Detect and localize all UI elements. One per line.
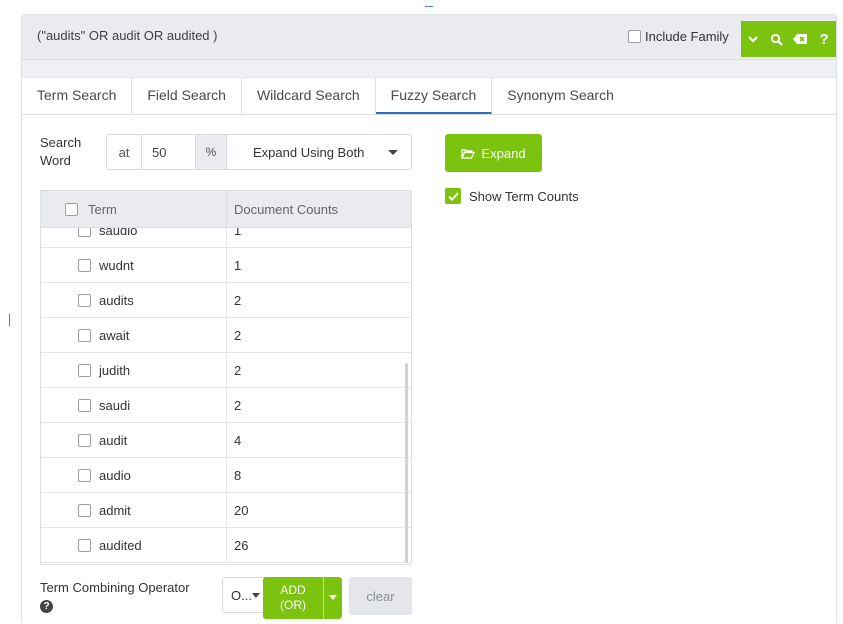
row-checkbox[interactable]: [78, 398, 91, 412]
count-cell: 2: [234, 292, 242, 308]
term-cell: await: [99, 327, 130, 343]
query-text[interactable]: ("audits" OR audit OR audited ): [37, 28, 217, 43]
row-checkbox[interactable]: [78, 293, 91, 307]
count-cell: 2: [234, 327, 242, 343]
term-column-header[interactable]: Term: [41, 191, 227, 227]
table-row[interactable]: audio 8: [41, 458, 411, 493]
table-row[interactable]: await 2: [41, 318, 411, 353]
term-cell: audit: [99, 432, 128, 448]
add-label-line1: ADD: [280, 583, 306, 597]
tab-fuzzy-search[interactable]: Fuzzy Search: [375, 78, 493, 114]
table-row[interactable]: audit 4: [41, 423, 411, 458]
combine-operator-label: Term Combining Operator: [40, 580, 190, 595]
table-row[interactable]: admit 20: [41, 493, 411, 528]
tab-synonym-search[interactable]: Synonym Search: [492, 78, 629, 114]
terms-table-body: saudio 1 wudnt 1 audits 2 await 2 judith 2 sa…: [41, 213, 411, 563]
operator-value: O...: [231, 587, 252, 603]
term-cell: audits: [99, 292, 134, 308]
term-cell: audio: [99, 467, 131, 483]
tab-wildcard-search[interactable]: Wildcard Search: [242, 78, 376, 114]
percent-addon: %: [196, 135, 227, 169]
row-checkbox[interactable]: [78, 503, 91, 517]
expand-mode-value: Expand Using Both: [253, 144, 365, 160]
term-cell: judith: [99, 362, 131, 378]
table-scrollbar[interactable]: [405, 363, 408, 563]
caret-down-icon: [252, 593, 260, 598]
search-panel: ("audits" OR audit OR audited ) Include …: [21, 14, 837, 624]
search-word-label-line2: Word: [40, 153, 71, 168]
table-row[interactable]: audited 26: [41, 528, 411, 563]
count-cell: 20: [234, 502, 249, 518]
count-cell: 2: [234, 362, 242, 378]
include-family-checkbox[interactable]: [628, 30, 641, 43]
search-icon[interactable]: [768, 30, 786, 48]
table-row[interactable]: audits 2: [41, 283, 411, 318]
question-circle-icon[interactable]: ?: [40, 600, 53, 613]
expand-mode-select[interactable]: Expand Using Both: [227, 135, 411, 169]
show-term-counts-option[interactable]: Show Term Counts: [445, 188, 579, 204]
search-tabs: Term Search Field Search Wildcard Search…: [22, 78, 836, 115]
search-word-label: Search Word: [40, 134, 81, 170]
tab-term-search[interactable]: Term Search: [22, 78, 133, 114]
similarity-input[interactable]: 50: [142, 135, 196, 169]
count-cell: 4: [234, 432, 242, 448]
caret-down-icon: [388, 150, 398, 155]
term-cell: audited: [99, 537, 142, 553]
folder-open-icon: [461, 148, 476, 159]
expand-button-label: Expand: [481, 145, 526, 161]
show-term-counts-label: Show Term Counts: [469, 188, 579, 204]
search-word-label-line1: Search: [40, 135, 82, 150]
terms-table: saudio 1 wudnt 1 audits 2 await 2 judith 2 sa…: [40, 190, 412, 565]
add-or-label: ADD (OR): [263, 583, 323, 613]
clear-button[interactable]: clear: [349, 577, 412, 615]
count-cell: 2: [234, 397, 242, 413]
row-checkbox[interactable]: [78, 433, 91, 447]
count-column-header[interactable]: Document Counts: [227, 191, 411, 227]
count-cell: 26: [234, 537, 249, 553]
query-bar: ("audits" OR audit OR audited ) Include …: [22, 15, 836, 60]
term-cell: admit: [99, 502, 131, 518]
operator-select[interactable]: O...: [222, 577, 266, 613]
chevron-down-icon[interactable]: [744, 30, 762, 48]
term-cell: saudi: [99, 397, 131, 413]
table-row[interactable]: wudnt 1: [41, 248, 411, 283]
term-header-label: Term: [88, 201, 117, 217]
search-card: Term Search Field Search Wildcard Search…: [22, 77, 836, 624]
caret-down-icon: [329, 595, 337, 600]
expand-button[interactable]: Expand: [445, 134, 542, 172]
search-word-group: at 50 % Expand Using Both: [106, 134, 412, 170]
table-row[interactable]: judith 2: [41, 353, 411, 388]
search-word-input[interactable]: at: [107, 135, 142, 169]
table-row[interactable]: saudi 2: [41, 388, 411, 423]
add-or-button[interactable]: ADD (OR): [263, 577, 342, 619]
add-label-line2: (OR): [280, 598, 306, 612]
include-family-option[interactable]: Include Family: [628, 29, 729, 44]
include-family-label: Include Family: [645, 29, 729, 44]
query-actions: ?: [741, 21, 836, 57]
clear-icon[interactable]: [791, 30, 809, 48]
term-cell: wudnt: [99, 257, 134, 273]
select-all-checkbox[interactable]: [65, 202, 78, 216]
row-checkbox[interactable]: [78, 328, 91, 342]
tab-field-search[interactable]: Field Search: [132, 78, 242, 114]
row-checkbox[interactable]: [78, 468, 91, 482]
page-artifact-top: [425, 6, 433, 7]
count-cell: 1: [234, 257, 242, 273]
row-checkbox[interactable]: [78, 258, 91, 272]
show-term-counts-checkbox[interactable]: [445, 188, 461, 204]
row-checkbox[interactable]: [78, 363, 91, 377]
row-checkbox[interactable]: [78, 538, 91, 552]
terms-table-header: Term Document Counts: [41, 191, 411, 228]
page-artifact-left: [9, 314, 10, 326]
count-cell: 8: [234, 467, 242, 483]
help-icon[interactable]: ?: [815, 30, 833, 48]
add-dropdown-toggle[interactable]: [324, 577, 342, 619]
